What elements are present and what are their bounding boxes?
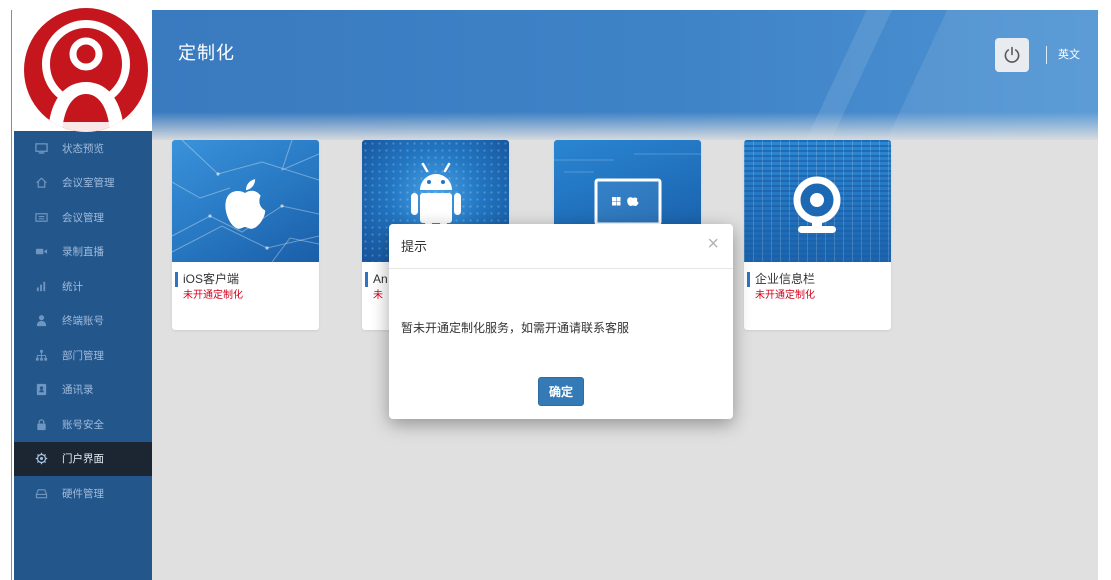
card-accent-bar (365, 272, 368, 287)
video-camera-icon (35, 248, 48, 255)
sidebar-item-hardware-management[interactable]: 硬件管理 (14, 476, 152, 511)
sidebar-item-label: 录制直播 (62, 246, 104, 259)
sidebar-item-status-preview[interactable]: 状态预览 (14, 131, 152, 166)
card-status: 未 (373, 290, 383, 301)
webcam-icon (793, 176, 841, 233)
sidebar-item-terminal-accounts[interactable]: 终端账号 (14, 304, 152, 339)
card-title: An (373, 272, 388, 286)
sidebar-item-label: 账号安全 (62, 418, 104, 431)
power-button[interactable] (995, 38, 1029, 72)
sidebar-item-recording-live[interactable]: 录制直播 (14, 235, 152, 270)
dialog-title: 提示 (401, 239, 428, 254)
sidebar-item-statistics[interactable]: 统计 (14, 269, 152, 304)
user-icon (36, 315, 47, 327)
apple-icon (225, 179, 266, 229)
lock-icon (37, 418, 46, 430)
sidebar-item-label: 门户界面 (62, 453, 104, 466)
sidebar-item-room-management[interactable]: 会议室管理 (14, 166, 152, 201)
card-image (172, 140, 319, 262)
card-status: 未开通定制化 (755, 290, 815, 301)
sidebar-item-account-security[interactable]: 账号安全 (14, 407, 152, 442)
sidebar: 状态预览 会议室管理 会议管理 录制直播 统计 终端账号 部门管理 通讯录 账号… (14, 8, 152, 580)
power-icon (1004, 46, 1020, 63)
card-enterprise-info-bar[interactable]: 企业信息栏 未开通定制化 (744, 140, 891, 330)
sidebar-item-label: 会议室管理 (62, 177, 115, 190)
notice-dialog: 提示 × 暂未开通定制化服务，如需开通请联系客服 确定 (389, 224, 733, 419)
sidebar-item-meeting-management[interactable]: 会议管理 (14, 200, 152, 235)
card-ios-client[interactable]: iOS客户端 未开通定制化 (172, 140, 319, 330)
monitor-icon (35, 142, 48, 154)
sidebar-item-label: 统计 (62, 280, 83, 293)
header-fade (152, 112, 1098, 142)
hdd-icon (35, 488, 48, 498)
home-icon (36, 177, 47, 188)
dialog-message: 暂未开通定制化服务，如需开通请联系客服 (401, 321, 630, 335)
bar-chart-icon (36, 281, 46, 291)
sidebar-menu: 状态预览 会议室管理 会议管理 录制直播 统计 终端账号 部门管理 通讯录 账号… (14, 131, 152, 511)
card-title: 企业信息栏 (755, 272, 816, 286)
card-accent-bar (175, 272, 178, 287)
close-icon[interactable]: × (707, 234, 719, 254)
sidebar-item-portal-interface[interactable]: 门户界面 (14, 441, 152, 476)
sidebar-item-label: 状态预览 (62, 142, 104, 155)
user-avatar-icon (24, 8, 148, 132)
dialog-divider (389, 268, 733, 269)
gear-icon (35, 452, 48, 465)
language-switch-link[interactable]: 英文 (1058, 48, 1080, 62)
sidebar-item-label: 会议管理 (62, 211, 104, 224)
sitemap-icon (35, 349, 48, 361)
avatar-area (14, 8, 152, 132)
sidebar-item-label: 硬件管理 (62, 487, 104, 500)
window-edge (11, 10, 12, 580)
sidebar-item-address-book[interactable]: 通讯录 (14, 373, 152, 408)
sidebar-item-label: 终端账号 (62, 315, 104, 328)
id-card-icon (35, 212, 48, 222)
card-accent-bar (747, 272, 750, 287)
sidebar-item-department-management[interactable]: 部门管理 (14, 338, 152, 373)
app-window: 定制化 英文 状态预览 会议室管理 会议管理 录制直播 统计 终端账号 部门管理… (0, 0, 1111, 580)
sidebar-item-label: 部门管理 (62, 349, 104, 362)
card-title: iOS客户端 (183, 272, 240, 286)
sidebar-item-label: 通讯录 (62, 384, 94, 397)
header-divider (1046, 46, 1047, 64)
card-image (744, 140, 891, 262)
confirm-button[interactable]: 确定 (538, 377, 584, 406)
card-status: 未开通定制化 (183, 290, 243, 301)
page-title: 定制化 (178, 43, 235, 63)
address-book-icon (36, 384, 47, 396)
